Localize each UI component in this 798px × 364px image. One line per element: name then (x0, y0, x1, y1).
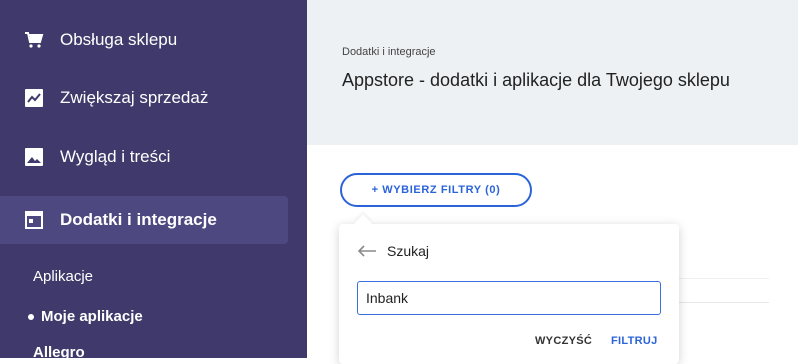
page-title: Appstore - dodatki i aplikacje dla Twoje… (342, 70, 730, 90)
divider (679, 278, 769, 279)
selected-dot-icon (28, 314, 34, 320)
sidebar-subitem-aplikacje[interactable]: Aplikacje (33, 268, 93, 285)
search-input[interactable] (357, 281, 661, 315)
sidebar-subitem-moje-aplikacje[interactable]: Moje aplikacje (41, 308, 143, 325)
chart-icon (24, 88, 44, 108)
sidebar-item-label: Obsługa sklepu (60, 30, 178, 49)
search-header: Szukaj (357, 243, 429, 259)
search-filter-popup: Szukaj WYCZYŚĆ FILTRUJ (339, 224, 679, 364)
window-icon (24, 210, 44, 230)
breadcrumb[interactable]: Dodatki i integracje (342, 46, 436, 58)
divider (679, 302, 769, 303)
search-label: Szukaj (387, 243, 430, 259)
sidebar-item-label: Dodatki i integracje (60, 210, 217, 229)
sidebar-item-label: Zwiększaj sprzedaż (60, 88, 209, 107)
sidebar-item-dodatki-i-integracje[interactable]: Dodatki i integracje (0, 196, 288, 244)
clear-button[interactable]: WYCZYŚĆ (535, 335, 592, 347)
sidebar-item-wyglad-i-tresci[interactable]: Wygląd i treści (0, 135, 307, 179)
image-icon (24, 147, 44, 167)
arrow-left-icon[interactable] (357, 244, 377, 258)
sidebar-item-label: Wygląd i treści (60, 147, 171, 166)
filter-button[interactable]: FILTRUJ (611, 335, 658, 347)
sidebar: Obsługa sklepu Zwiększaj sprzedaż Wygląd… (0, 0, 307, 361)
choose-filters-button[interactable]: + WYBIERZ FILTRY (0) (340, 173, 532, 207)
cart-icon (24, 30, 44, 50)
page-header: Dodatki i integracje Appstore - dodatki … (307, 0, 798, 145)
main-content: Dodatki i integracje Appstore - dodatki … (307, 0, 798, 364)
sidebar-item-obsluga-sklepu[interactable]: Obsługa sklepu (0, 18, 307, 62)
sidebar-subitem-allegro[interactable]: Allegro (33, 344, 85, 361)
sidebar-item-zwiekszaj-sprzedaz[interactable]: Zwiększaj sprzedaż (0, 76, 307, 120)
